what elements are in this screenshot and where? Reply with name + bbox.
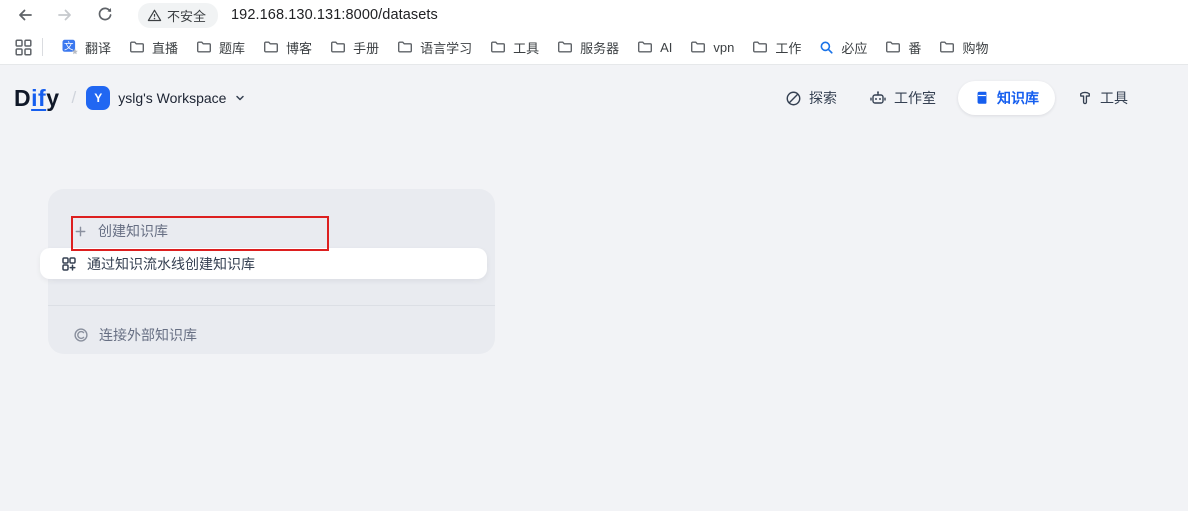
bookmark-label: 语言学习: [420, 38, 472, 57]
bookmarks-separator: [42, 38, 43, 56]
bookmark-label: 题库: [219, 38, 245, 57]
dify-page: Dify / Y yslg's Workspace 探索 工作室 知识库 工具 创建知…: [0, 65, 1188, 511]
folder-icon: [885, 39, 901, 55]
nav-label: 探索: [809, 88, 837, 108]
bookmarks-list: 文翻译 直播 题库 博客 手册 语言学习 工具 服务器 AI vpn 工作 必应 番 购物: [53, 34, 997, 61]
bookmark-item[interactable]: 文翻译: [53, 34, 120, 61]
search-icon: [819, 40, 834, 55]
folder-icon: [263, 39, 279, 55]
bookmark-label: 博客: [286, 38, 312, 57]
address-bar-url[interactable]: 192.168.130.131:8000/datasets: [231, 7, 438, 23]
nav-label: 工作室: [894, 88, 936, 108]
nav-item-explore[interactable]: 探索: [775, 81, 847, 115]
workspace-name: yslg's Workspace: [118, 90, 226, 106]
bookmark-label: vpn: [713, 40, 734, 55]
nav-label: 知识库: [997, 88, 1039, 108]
bookmark-label: 工作: [775, 38, 801, 57]
apps-grid-icon[interactable]: [12, 36, 34, 58]
header-nav: 探索 工作室 知识库 工具: [775, 81, 1138, 115]
knowledge-icon: [974, 90, 990, 106]
bookmark-label: 番: [908, 38, 921, 57]
site-security-badge[interactable]: 不安全: [138, 3, 218, 28]
create-knowledge-option[interactable]: 创建知识库: [73, 211, 168, 251]
connect-external-option[interactable]: 连接外部知识库: [73, 316, 197, 354]
bookmark-label: AI: [660, 40, 672, 55]
bookmark-label: 工具: [513, 38, 539, 57]
folder-icon: [557, 39, 573, 55]
bookmark-label: 直播: [152, 38, 178, 57]
bookmark-label: 必应: [841, 38, 867, 57]
folder-icon: [196, 39, 212, 55]
warning-icon: [147, 8, 162, 23]
folder-icon: [939, 39, 955, 55]
bookmark-item[interactable]: 番: [876, 34, 930, 61]
bookmark-item[interactable]: 工作: [743, 34, 810, 61]
folder-icon: [490, 39, 506, 55]
security-label: 不安全: [167, 6, 206, 25]
create-by-pipeline-label: 通过知识流水线创建知识库: [87, 254, 255, 274]
header-left: Dify / Y yslg's Workspace: [14, 85, 246, 112]
folder-icon: [637, 39, 653, 55]
back-button[interactable]: [14, 4, 36, 26]
bookmark-label: 翻译: [85, 38, 111, 57]
connect-external-label: 连接外部知识库: [99, 325, 197, 345]
create-knowledge-label: 创建知识库: [98, 221, 168, 241]
workspace-selector[interactable]: Y yslg's Workspace: [86, 86, 246, 110]
bookmark-item[interactable]: 直播: [120, 34, 187, 61]
folder-icon: [330, 39, 346, 55]
explore-icon: [785, 90, 802, 107]
nav-label: 工具: [1100, 88, 1128, 108]
bookmark-item[interactable]: 服务器: [548, 34, 628, 61]
bookmark-item[interactable]: 购物: [930, 34, 997, 61]
bookmarks-bar: 文翻译 直播 题库 博客 手册 语言学习 工具 服务器 AI vpn 工作 必应 番 购物: [0, 30, 1188, 65]
folder-icon: [397, 39, 413, 55]
bookmark-label: 服务器: [580, 38, 619, 57]
breadcrumb-slash: /: [71, 88, 76, 108]
reload-button[interactable]: [94, 4, 116, 26]
nav-item-tools[interactable]: 工具: [1067, 81, 1138, 115]
create-by-pipeline-option[interactable]: 通过知识流水线创建知识库: [40, 248, 487, 279]
bookmark-item[interactable]: vpn: [681, 35, 743, 59]
bookmark-item[interactable]: 工具: [481, 34, 548, 61]
studio-icon: [869, 89, 887, 107]
nav-item-studio[interactable]: 工作室: [859, 81, 946, 115]
create-knowledge-card: 创建知识库 通过知识流水线创建知识库 连接外部知识库: [48, 189, 495, 354]
forward-button[interactable]: [54, 4, 76, 26]
plus-icon: [73, 224, 88, 239]
svg-text:文: 文: [64, 40, 74, 52]
pipeline-blocks-icon: [61, 256, 77, 272]
tools-icon: [1077, 90, 1093, 106]
chevron-down-icon: [234, 92, 246, 104]
bookmark-item[interactable]: 博客: [254, 34, 321, 61]
folder-icon: [752, 39, 768, 55]
bookmark-item[interactable]: 语言学习: [388, 34, 481, 61]
folder-icon: [690, 39, 706, 55]
folder-icon: [129, 39, 145, 55]
bookmark-label: 购物: [962, 38, 988, 57]
external-knowledge-icon: [73, 327, 89, 343]
bookmark-item[interactable]: AI: [628, 35, 681, 59]
bookmark-item[interactable]: 手册: [321, 34, 388, 61]
browser-toolbar: 不安全 192.168.130.131:8000/datasets: [0, 0, 1188, 30]
dify-logo[interactable]: Dify: [14, 85, 59, 112]
card-divider: [48, 305, 495, 306]
bookmark-item[interactable]: 必应: [810, 34, 876, 61]
translate-icon: 文: [62, 39, 78, 55]
workspace-avatar: Y: [86, 86, 110, 110]
app-header: Dify / Y yslg's Workspace 探索 工作室 知识库 工具: [0, 79, 1188, 117]
bookmark-item[interactable]: 题库: [187, 34, 254, 61]
bookmark-label: 手册: [353, 38, 379, 57]
nav-item-knowledge[interactable]: 知识库: [958, 81, 1055, 115]
